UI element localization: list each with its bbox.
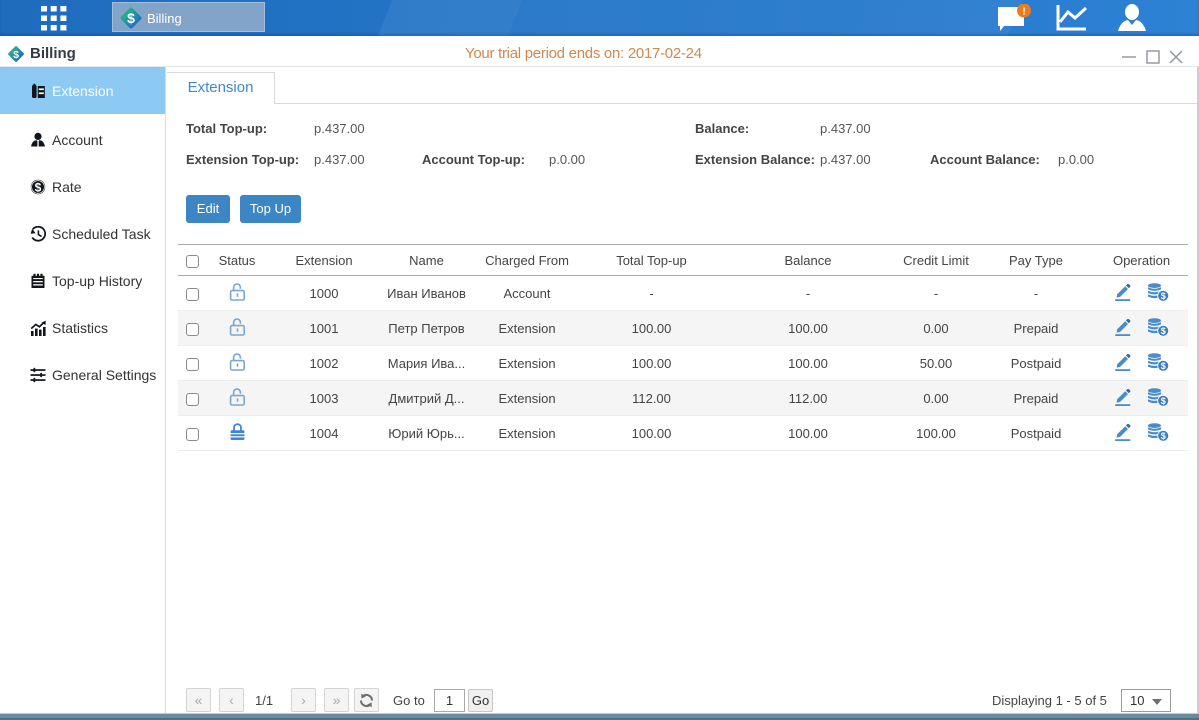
svg-text:$: $ [1161,396,1166,406]
svg-text:$: $ [1161,431,1166,441]
svg-text:$: $ [1161,291,1166,301]
svg-text:$: $ [1161,361,1166,371]
svg-text:$: $ [127,10,135,26]
svg-text:!: ! [1022,7,1025,18]
svg-text:$: $ [35,180,42,194]
svg-text:$: $ [13,49,19,61]
svg-text:$: $ [1161,326,1166,336]
